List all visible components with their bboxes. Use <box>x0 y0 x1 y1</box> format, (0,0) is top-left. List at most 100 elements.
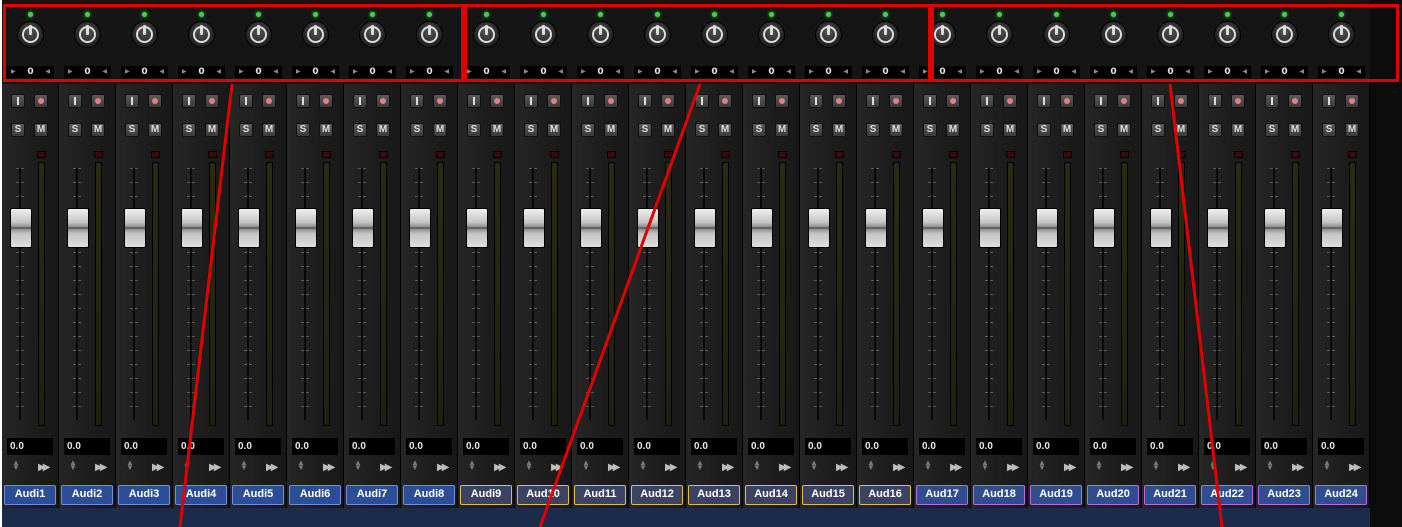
pan-left-arrow-icon[interactable]: ▶ <box>467 66 472 78</box>
pan-knob[interactable] <box>1100 21 1127 48</box>
volume-fader[interactable] <box>523 208 545 248</box>
pan-value-display[interactable]: ▶ 0 ◀ <box>349 66 396 78</box>
channel-name-label[interactable]: Aud13 <box>688 485 740 505</box>
pan-knob[interactable] <box>1271 21 1298 48</box>
volume-fader[interactable] <box>922 208 944 248</box>
volume-value-display[interactable]: 0.0 <box>64 438 110 455</box>
channel-name-label[interactable]: Audi1 <box>4 485 56 505</box>
pan-right-arrow-icon[interactable]: ◀ <box>843 66 848 78</box>
up-down-arrows-icon[interactable]: ▲ ▼ <box>126 459 134 472</box>
solo-button[interactable]: S <box>1322 123 1336 137</box>
up-down-arrows-icon[interactable]: ▲ ▼ <box>639 459 647 472</box>
fast-forward-icon[interactable]: ▶▶ <box>779 462 792 473</box>
input-monitor-button[interactable] <box>467 94 481 108</box>
pan-knob[interactable] <box>1328 21 1355 48</box>
fast-forward-icon[interactable]: ▶▶ <box>893 462 906 473</box>
pan-left-arrow-icon[interactable]: ▶ <box>1037 66 1042 78</box>
channel-name-label[interactable]: Aud11 <box>574 485 626 505</box>
pan-knob[interactable] <box>701 21 728 48</box>
pan-right-arrow-icon[interactable]: ◀ <box>672 66 677 78</box>
pan-knob[interactable] <box>872 21 899 48</box>
volume-fader[interactable] <box>10 208 32 248</box>
channel-name-label[interactable]: Aud14 <box>745 485 797 505</box>
channel-name-label[interactable]: Aud23 <box>1258 485 1310 505</box>
record-arm-button[interactable] <box>661 94 675 108</box>
volume-value-display[interactable]: 0.0 <box>691 438 737 455</box>
pan-right-arrow-icon[interactable]: ◀ <box>1242 66 1247 78</box>
pan-left-arrow-icon[interactable]: ▶ <box>11 66 16 78</box>
mute-button[interactable]: M <box>775 123 789 137</box>
mute-button[interactable]: M <box>34 123 48 137</box>
input-monitor-button[interactable] <box>923 94 937 108</box>
volume-fader[interactable] <box>352 208 374 248</box>
pan-right-arrow-icon[interactable]: ◀ <box>786 66 791 78</box>
channel-name-label[interactable]: Audi4 <box>175 485 227 505</box>
record-arm-button[interactable] <box>1345 94 1359 108</box>
pan-right-arrow-icon[interactable]: ◀ <box>957 66 962 78</box>
channel-name-label[interactable]: Aud17 <box>916 485 968 505</box>
up-down-arrows-icon[interactable]: ▲ ▼ <box>1266 459 1274 472</box>
pan-value-display[interactable]: ▶ 0 ◀ <box>1147 66 1194 78</box>
solo-button[interactable]: S <box>866 123 880 137</box>
record-arm-button[interactable] <box>604 94 618 108</box>
pan-left-arrow-icon[interactable]: ▶ <box>695 66 700 78</box>
pan-left-arrow-icon[interactable]: ▶ <box>1208 66 1213 78</box>
input-monitor-button[interactable] <box>809 94 823 108</box>
up-down-arrows-icon[interactable]: ▲ ▼ <box>1038 459 1046 472</box>
mute-button[interactable]: M <box>376 123 390 137</box>
up-down-arrows-icon[interactable]: ▲ ▼ <box>183 459 191 472</box>
volume-value-display[interactable]: 0.0 <box>406 438 452 455</box>
volume-value-display[interactable]: 0.0 <box>463 438 509 455</box>
fast-forward-icon[interactable]: ▶▶ <box>95 462 108 473</box>
fast-forward-icon[interactable]: ▶▶ <box>722 462 735 473</box>
volume-fader[interactable] <box>1321 208 1343 248</box>
volume-fader[interactable] <box>238 208 260 248</box>
pan-knob[interactable] <box>416 21 443 48</box>
mute-button[interactable]: M <box>433 123 447 137</box>
pan-left-arrow-icon[interactable]: ▶ <box>752 66 757 78</box>
volume-fader[interactable] <box>979 208 1001 248</box>
volume-value-display[interactable]: 0.0 <box>1204 438 1250 455</box>
pan-value-display[interactable]: ▶ 0 ◀ <box>292 66 339 78</box>
volume-fader[interactable] <box>124 208 146 248</box>
volume-value-display[interactable]: 0.0 <box>1318 438 1364 455</box>
pan-knob[interactable] <box>1157 21 1184 48</box>
up-down-arrows-icon[interactable]: ▲ ▼ <box>1095 459 1103 472</box>
up-down-arrows-icon[interactable]: ▲ ▼ <box>753 459 761 472</box>
record-arm-button[interactable] <box>148 94 162 108</box>
up-down-arrows-icon[interactable]: ▲ ▼ <box>924 459 932 472</box>
record-arm-button[interactable] <box>1060 94 1074 108</box>
volume-value-display[interactable]: 0.0 <box>805 438 851 455</box>
fast-forward-icon[interactable]: ▶▶ <box>323 462 336 473</box>
up-down-arrows-icon[interactable]: ▲ ▼ <box>468 459 476 472</box>
channel-name-label[interactable]: Audi3 <box>118 485 170 505</box>
record-arm-button[interactable] <box>1174 94 1188 108</box>
solo-button[interactable]: S <box>752 123 766 137</box>
pan-value-display[interactable]: ▶ 0 ◀ <box>463 66 510 78</box>
up-down-arrows-icon[interactable]: ▲ ▼ <box>354 459 362 472</box>
record-arm-button[interactable] <box>319 94 333 108</box>
pan-value-display[interactable]: ▶ 0 ◀ <box>406 66 453 78</box>
volume-fader[interactable] <box>751 208 773 248</box>
pan-left-arrow-icon[interactable]: ▶ <box>410 66 415 78</box>
record-arm-button[interactable] <box>718 94 732 108</box>
pan-value-display[interactable]: ▶ 0 ◀ <box>1204 66 1251 78</box>
up-down-arrows-icon[interactable]: ▲ ▼ <box>981 459 989 472</box>
volume-value-display[interactable]: 0.0 <box>1261 438 1307 455</box>
pan-left-arrow-icon[interactable]: ▶ <box>1151 66 1156 78</box>
fast-forward-icon[interactable]: ▶▶ <box>380 462 393 473</box>
mute-button[interactable]: M <box>946 123 960 137</box>
pan-right-arrow-icon[interactable]: ◀ <box>1071 66 1076 78</box>
volume-fader[interactable] <box>1036 208 1058 248</box>
pan-left-arrow-icon[interactable]: ▶ <box>68 66 73 78</box>
up-down-arrows-icon[interactable]: ▲ ▼ <box>867 459 875 472</box>
input-monitor-button[interactable] <box>581 94 595 108</box>
solo-button[interactable]: S <box>296 123 310 137</box>
pan-right-arrow-icon[interactable]: ◀ <box>1299 66 1304 78</box>
mute-button[interactable]: M <box>319 123 333 137</box>
fast-forward-icon[interactable]: ▶▶ <box>551 462 564 473</box>
pan-knob[interactable] <box>17 21 44 48</box>
pan-value-display[interactable]: ▶ 0 ◀ <box>976 66 1023 78</box>
pan-right-arrow-icon[interactable]: ◀ <box>216 66 221 78</box>
record-arm-button[interactable] <box>946 94 960 108</box>
